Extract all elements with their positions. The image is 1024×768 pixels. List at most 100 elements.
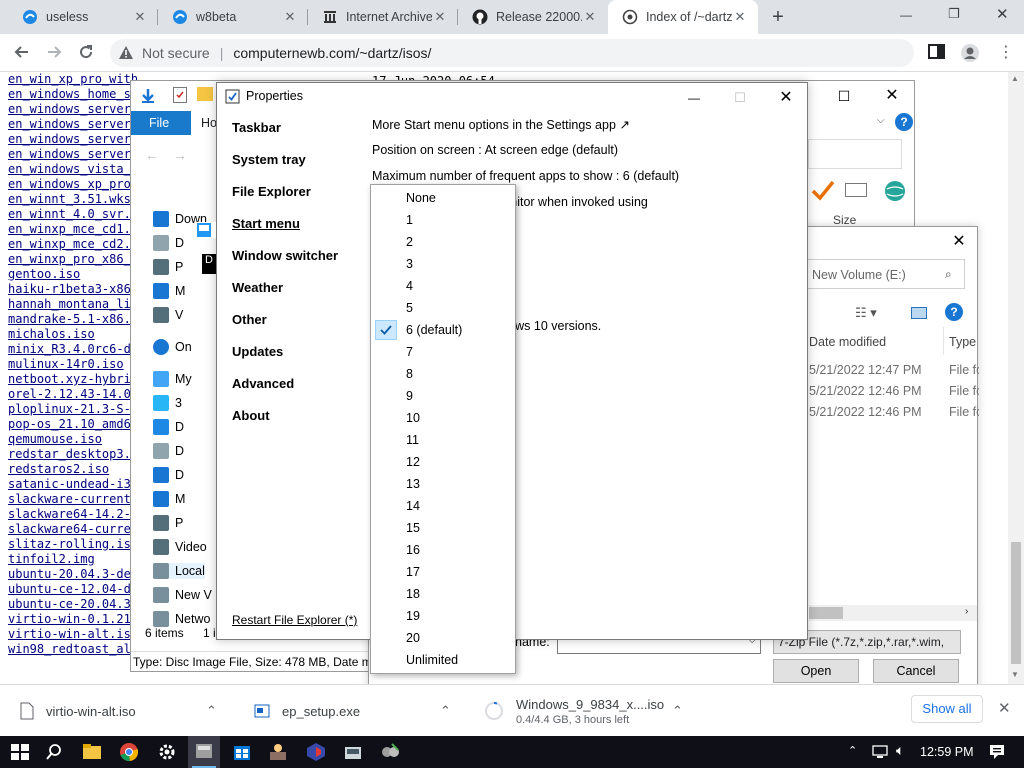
preview-pane-icon[interactable] (911, 307, 927, 319)
address-bar[interactable]: Not secure | computernewb.com/~dartz/iso… (110, 39, 914, 67)
date-modified-header[interactable]: Date modified (809, 335, 886, 349)
dropdown-option[interactable]: 5 (371, 297, 515, 319)
show-all-button[interactable]: Show all (911, 695, 983, 723)
back-icon[interactable] (12, 42, 32, 62)
iso-file-link[interactable]: mandrake-5.1-x86. (8, 312, 138, 327)
nav-item[interactable]: Other (232, 312, 267, 327)
iso-file-link[interactable]: pop-os_21.10_amd6 (8, 417, 138, 432)
dropdown-option[interactable]: 4 (371, 275, 515, 297)
iso-file-link[interactable]: en_winnt_4.0_svr. (8, 207, 138, 222)
iso-file-link[interactable]: en_windows_server (8, 147, 138, 162)
setting-option[interactable]: Position on screen : At screen edge (def… (372, 143, 618, 157)
page-scrollbar[interactable]: ▲ ▼ (1008, 72, 1024, 684)
tree-item[interactable]: Local (153, 563, 205, 579)
dropdown-option[interactable]: 7 (371, 341, 515, 363)
nav-item[interactable]: Taskbar (232, 120, 281, 135)
tab-internet-archive[interactable]: Internet Archive ✕ (308, 0, 458, 34)
iso-file-link[interactable]: en_windows_server (8, 102, 138, 117)
iso-file-link[interactable]: ploplinux-21.3-S- (8, 402, 138, 417)
file-row-date[interactable]: 5/21/2022 12:46 PM (809, 384, 922, 398)
back-icon[interactable]: ← (145, 147, 159, 163)
iso-file-link[interactable]: tinfoil2.img (8, 552, 138, 567)
iso-file-link[interactable]: slackware64-14.2- (8, 507, 138, 522)
restore-button[interactable]: ❐ (948, 6, 960, 22)
tree-item[interactable]: M (153, 283, 185, 299)
globe-icon[interactable] (883, 179, 907, 203)
tab-w8beta[interactable]: w8beta ✕ (158, 0, 308, 34)
tree-item[interactable]: P (153, 259, 183, 275)
tab-index-of[interactable]: Index of /~dartz ✕ (608, 0, 758, 34)
dropdown-option[interactable]: 1 (371, 209, 515, 231)
tree-item[interactable]: V (153, 307, 183, 323)
close-icon[interactable]: ✕ (732, 9, 748, 25)
maximize-button[interactable]: ☐ (717, 83, 763, 113)
nav-item[interactable]: Advanced (232, 376, 294, 391)
minimize-button[interactable]: — (900, 8, 912, 22)
forward-icon[interactable]: → (173, 147, 187, 163)
nav-item[interactable]: File Explorer (232, 184, 311, 199)
dropdown-option[interactable]: 11 (371, 429, 515, 451)
app-icon[interactable] (266, 740, 290, 764)
close-icon[interactable]: ✕ (282, 9, 298, 25)
minimize-button[interactable]: — (671, 83, 717, 113)
menu-icon[interactable]: ⋮ (998, 42, 1014, 62)
nav-item[interactable]: About (232, 408, 270, 423)
iso-file-link[interactable]: en_windows_vista_ (8, 162, 138, 177)
clock[interactable]: 12:59 PM (920, 745, 974, 759)
iso-file-link[interactable]: gentoo.iso (8, 267, 138, 282)
tree-item[interactable]: P (153, 515, 183, 531)
notification-icon[interactable] (988, 743, 1006, 761)
maximize-button[interactable]: ☐ (821, 81, 867, 111)
scrollbar-thumb[interactable] (1011, 542, 1021, 664)
close-window-button[interactable]: ✕ (996, 5, 1009, 23)
explorer-search-box[interactable] (808, 139, 902, 169)
file-tab[interactable]: File (131, 111, 191, 135)
file-explorer-icon[interactable] (80, 740, 104, 764)
iso-file-link[interactable]: en_winxp_mce_cd1. (8, 222, 138, 237)
iso-file-link[interactable]: mulinux-14r0.iso (8, 357, 138, 372)
iso-file-link[interactable]: en_winxp_pro_x86_ (8, 252, 138, 267)
dropdown-option[interactable]: 18 (371, 583, 515, 605)
search-input[interactable]: New Volume (E:) (803, 259, 965, 289)
file-row-date[interactable]: 5/21/2022 12:46 PM (809, 405, 922, 419)
close-icon[interactable]: ✕ (432, 9, 448, 25)
iso-file-link[interactable]: minix_R3.4.0rc6-d (8, 342, 138, 357)
dropdown-option[interactable]: 12 (371, 451, 515, 473)
home-tab[interactable]: Ho (201, 116, 217, 130)
iso-file-link[interactable]: virtio-win-alt.is (8, 627, 138, 642)
iso-file-link[interactable]: en_win_xp_pro_with_sp2_vl.iso (8, 72, 138, 87)
close-button[interactable]: ✕ (763, 83, 809, 113)
iso-file-link[interactable]: haiku-r1beta3-x86 (8, 282, 138, 297)
dropdown-option[interactable]: 2 (371, 231, 515, 253)
dropdown-option[interactable]: 13 (371, 473, 515, 495)
iso-file-link[interactable]: qemumouse.iso (8, 432, 138, 447)
chrome-icon[interactable] (117, 740, 141, 764)
iso-file-link[interactable]: michalos.iso (8, 327, 138, 342)
windows-start-icon[interactable] (8, 740, 32, 764)
store-icon[interactable] (230, 740, 254, 764)
dropdown-option[interactable]: Unlimited (371, 649, 515, 671)
dropdown-option[interactable]: 3 (371, 253, 515, 275)
nav-item[interactable]: Start menu (232, 216, 300, 231)
tree-item[interactable]: D (153, 443, 184, 459)
side-panel-icon[interactable] (928, 44, 946, 60)
setting-option[interactable]: More Start menu options in the Settings … (372, 117, 630, 132)
dropdown-option[interactable]: 14 (371, 495, 515, 517)
close-icon[interactable]: ✕ (132, 9, 148, 25)
close-icon[interactable]: ✕ (582, 9, 598, 25)
app-icon[interactable] (304, 740, 328, 764)
restart-explorer-link[interactable]: Restart File Explorer (*) (232, 613, 357, 627)
dropdown-option[interactable]: 15 (371, 517, 515, 539)
search-icon[interactable]: ⌕ (945, 267, 952, 282)
tree-item[interactable]: M (153, 491, 185, 507)
iso-file-link[interactable]: en_windows_server (8, 132, 138, 147)
iso-file-link[interactable]: slitaz-rolling.is (8, 537, 138, 552)
tab-useless[interactable]: useless ✕ (8, 0, 158, 34)
iso-file-link[interactable]: redstar_desktop3. (8, 447, 138, 462)
frequent-apps-dropdown[interactable]: None 1 2 3 4 5 6 (default) 7 8 9 10 11 12 13 14 15 16 17 1… (370, 184, 516, 674)
chevron-up-icon[interactable]: ⌃ (440, 703, 451, 719)
close-button[interactable]: ✕ (869, 81, 915, 111)
dropdown-option[interactable]: 10 (371, 407, 515, 429)
network-icon[interactable] (872, 744, 890, 760)
dropdown-option[interactable]: None (371, 187, 515, 209)
